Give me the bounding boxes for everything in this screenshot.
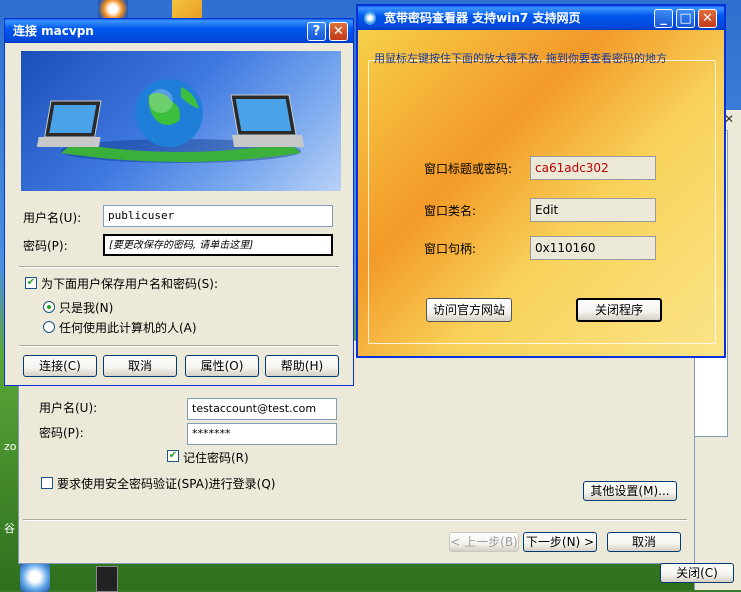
username-label: 用户名(U):	[23, 211, 82, 225]
save-credentials-label: 为下面用户保存用户名和密码(S):	[41, 277, 219, 291]
dialog-titlebar: 连接 macvpn	[5, 19, 353, 43]
password-label: 密码(P):	[23, 239, 68, 253]
back-button[interactable]: < 上一步(B)	[449, 532, 519, 552]
viewer-row-label: 窗口句柄:	[424, 242, 477, 256]
separator	[19, 345, 339, 347]
viewer-row-label: 窗口类名:	[424, 204, 477, 218]
vpn-password-input[interactable]: [要更改保存的密码, 请单击这里]	[103, 234, 333, 256]
close-icon[interactable]: ✕	[698, 9, 717, 28]
save-credentials-checkbox[interactable]: ✔	[25, 277, 37, 289]
desktop-label: zo	[4, 440, 17, 453]
spa-checkbox[interactable]	[41, 477, 53, 489]
viewer-body: 用鼠标左键按住下面的放大镜不放, 拖到你要查看密码的地方 窗口标题或密码: ca…	[358, 30, 724, 356]
visit-website-button[interactable]: 访问官方网站	[426, 298, 512, 322]
more-settings-button[interactable]: 其他设置(M)...	[583, 481, 677, 501]
account-password-input[interactable]: *******	[187, 423, 337, 445]
username-label: 用户名(U):	[39, 401, 98, 415]
next-button[interactable]: 下一步(N) >	[523, 532, 597, 552]
account-username-input[interactable]: testaccount@test.com	[187, 398, 337, 420]
close-icon[interactable]: ✕	[329, 22, 348, 41]
dialog-title: 连接 macvpn	[13, 24, 94, 38]
window-handle-value[interactable]: 0x110160	[530, 236, 656, 260]
desktop-file-icon[interactable]	[96, 566, 118, 592]
remember-password-checkbox[interactable]: ✔	[167, 450, 179, 462]
viewer-title: 宽带密码查看器 支持win7 支持网页	[384, 11, 581, 25]
properties-button[interactable]: 属性(O)	[185, 355, 259, 377]
separator	[19, 266, 339, 268]
app-logo-icon	[364, 11, 376, 25]
radio-only-me[interactable]	[43, 301, 55, 313]
radio-only-me-label: 只是我(N)	[59, 301, 114, 315]
viewer-row-label: 窗口标题或密码:	[424, 162, 513, 176]
password-label: 密码(P):	[39, 426, 84, 440]
exit-program-button[interactable]: 关闭程序	[576, 298, 662, 322]
desktop-label: 谷	[4, 522, 15, 535]
cancel-button[interactable]: 取消	[607, 532, 681, 552]
radio-anyone-label: 任何使用此计算机的人(A)	[59, 321, 197, 335]
password-viewer-window: 宽带密码查看器 支持win7 支持网页 _ □ ✕ 用鼠标左键按住下面的放大镜不…	[356, 4, 726, 358]
separator	[23, 519, 687, 521]
magnifier-icon[interactable]	[376, 66, 406, 96]
hint-text: 用鼠标左键按住下面的放大镜不放, 拖到你要查看密码的地方	[374, 50, 667, 66]
window-class-value[interactable]: Edit	[530, 198, 656, 222]
globe-laptops-icon	[36, 79, 305, 163]
remember-password-label: 记住密码(R)	[183, 451, 249, 465]
help-icon[interactable]: ?	[307, 22, 326, 41]
spa-label: 要求使用安全密码验证(SPA)进行登录(Q)	[57, 477, 276, 491]
cancel-button[interactable]: 取消	[103, 355, 177, 377]
desktop-app-icon[interactable]	[20, 562, 50, 592]
help-button[interactable]: 帮助(H)	[265, 355, 339, 377]
network-banner-image	[21, 51, 341, 191]
connect-vpn-dialog: 连接 macvpn ? ✕ 用户名(U): publicuser 密码(P):	[4, 18, 354, 386]
minimize-icon[interactable]: _	[654, 9, 673, 28]
radio-anyone[interactable]	[43, 321, 55, 333]
connect-button[interactable]: 连接(C)	[23, 355, 97, 377]
maximize-icon[interactable]: □	[676, 9, 695, 28]
window-title-value[interactable]: ca61adc302	[530, 156, 656, 180]
close-button[interactable]: 关闭(C)	[660, 563, 734, 583]
vpn-username-input[interactable]: publicuser	[103, 205, 333, 227]
